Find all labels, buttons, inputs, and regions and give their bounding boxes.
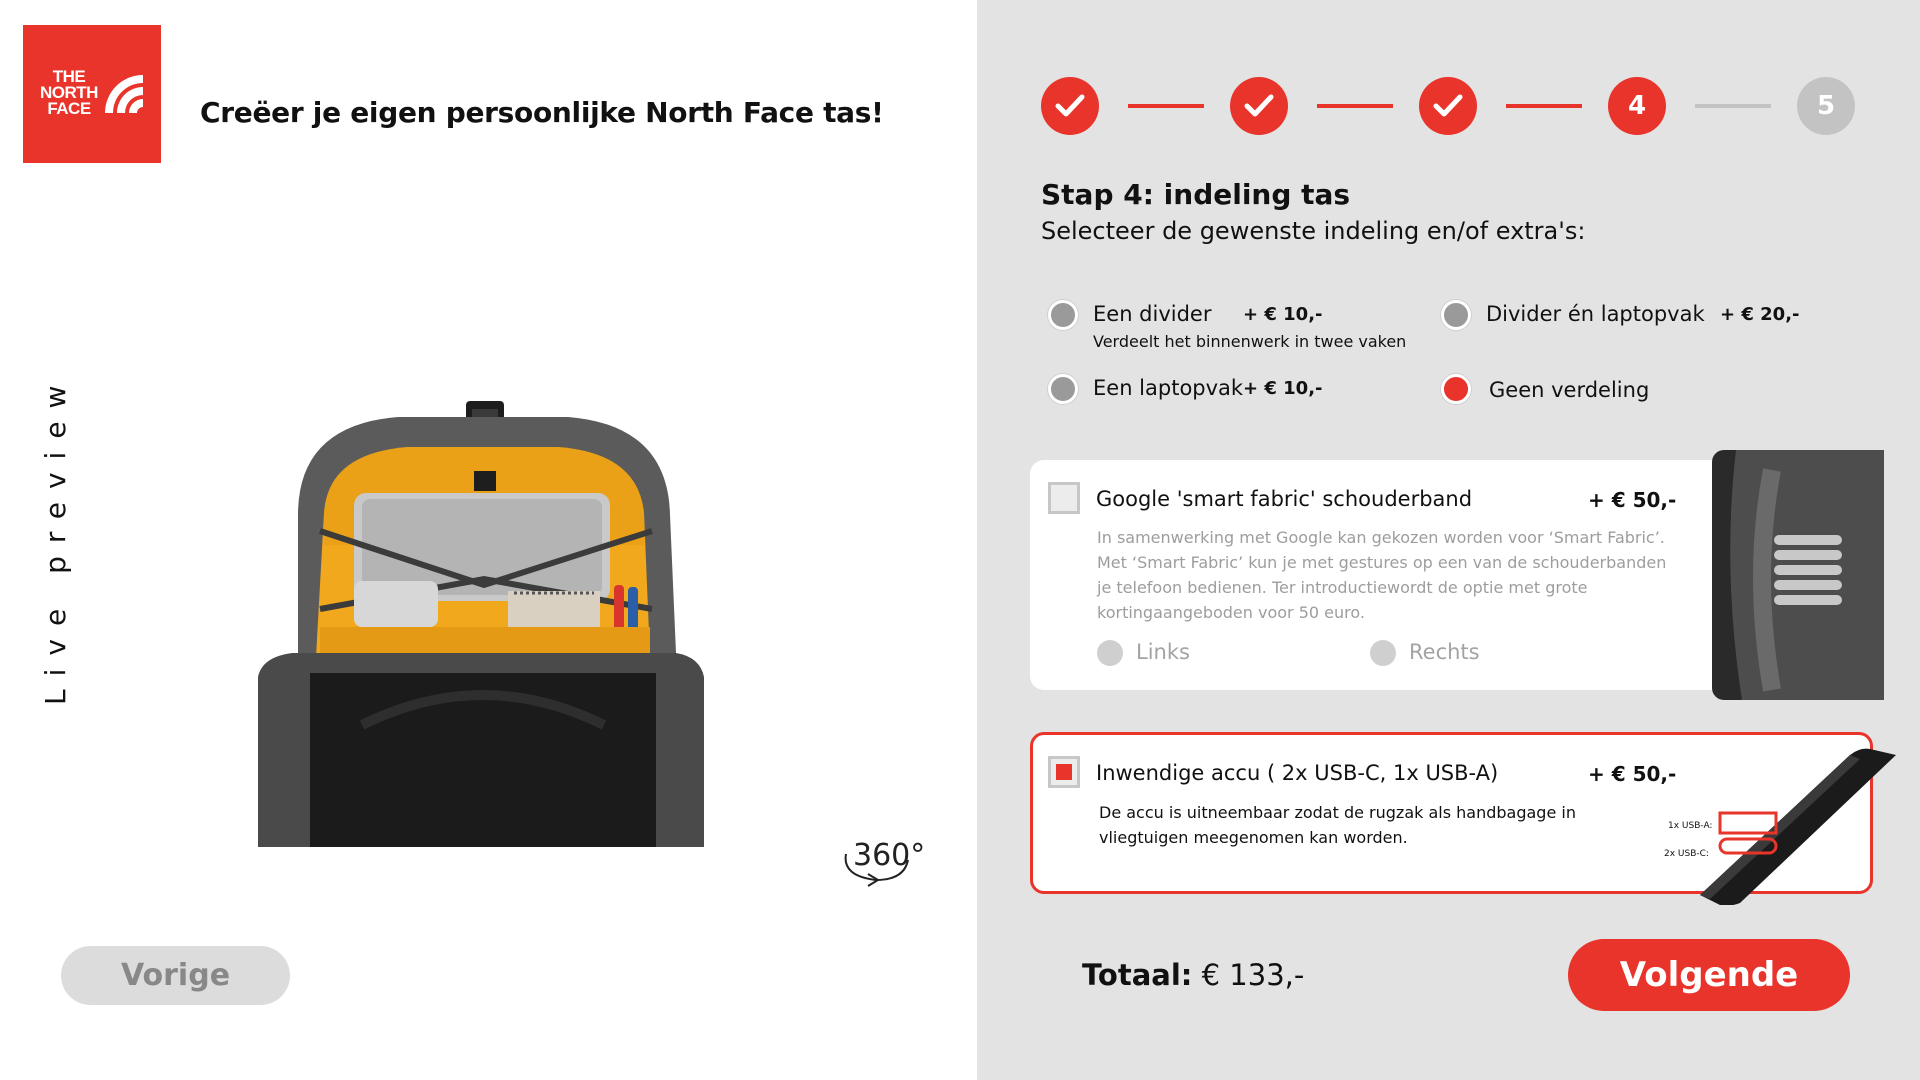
extra-battery-title: Inwendige accu ( 2x USB-C, 1x USB-A) xyxy=(1096,761,1499,785)
usb-a-label: 1x USB-A: xyxy=(1668,821,1713,831)
option-divider-laptop-label[interactable]: Divider én laptopvak xyxy=(1486,302,1705,326)
check-icon xyxy=(1055,94,1085,117)
rotate-360-label: 360° xyxy=(853,838,926,873)
option-divider-laptop-radio[interactable] xyxy=(1441,300,1471,330)
brand-logo: THE NORTH FACE xyxy=(23,25,161,163)
option-divider-laptop-price: + € 20,- xyxy=(1720,304,1800,325)
total-price: Totaal: € 133,- xyxy=(1082,958,1304,992)
step-connector xyxy=(1695,104,1771,108)
step-5-indicator[interactable]: 5 xyxy=(1797,77,1855,135)
extra-smart-fabric-price: + € 50,- xyxy=(1588,488,1677,512)
step-2-indicator[interactable] xyxy=(1230,77,1288,135)
strap-side-left-label[interactable]: Links xyxy=(1136,640,1190,664)
step-title: Stap 4: indeling tas xyxy=(1041,178,1351,211)
option-none-radio[interactable] xyxy=(1441,374,1471,404)
extra-battery-description: De accu is uitneembaar zodat de rugzak a… xyxy=(1099,803,1576,847)
check-icon xyxy=(1244,94,1274,117)
step-3-indicator[interactable] xyxy=(1419,77,1477,135)
smart-strap-image xyxy=(1712,450,1884,700)
step-connector xyxy=(1128,104,1204,108)
power-bank-image xyxy=(1700,748,1896,905)
total-value: € 133,- xyxy=(1201,958,1305,992)
previous-button[interactable]: Vorige xyxy=(61,946,290,1005)
option-divider-description: Verdeelt het binnenwerk in twee vaken xyxy=(1093,332,1407,351)
step-subtitle: Selecteer de gewenste indeling en/of ext… xyxy=(1041,217,1586,245)
option-divider-radio[interactable] xyxy=(1048,300,1078,330)
step-4-indicator[interactable]: 4 xyxy=(1608,77,1666,135)
check-icon xyxy=(1433,94,1463,117)
strap-side-right-label[interactable]: Rechts xyxy=(1409,640,1480,664)
backpack-preview-image[interactable] xyxy=(258,395,708,847)
extra-battery-checkbox[interactable] xyxy=(1048,756,1080,788)
logo-wordmark: THE NORTH FACE xyxy=(40,67,98,118)
preview-panel: THE NORTH FACE Creëer je eigen persoonlijk… xyxy=(0,0,977,1080)
usb-c-label: 2x USB-C: xyxy=(1664,849,1709,859)
total-label: Totaal: xyxy=(1082,958,1193,992)
extra-smart-fabric-title: Google 'smart fabric' schouderband xyxy=(1096,487,1473,511)
option-divider-price: + € 10,- xyxy=(1243,304,1323,325)
page-title: Creëer je eigen persoonlijke North Face … xyxy=(200,96,884,129)
option-divider-label[interactable]: Een divider xyxy=(1093,302,1211,326)
extra-smart-fabric-description: In samenwerking met Google kan gekozen w… xyxy=(1097,528,1667,622)
option-laptop-label[interactable]: Een laptopvak xyxy=(1093,376,1243,400)
strap-side-left-radio[interactable] xyxy=(1097,640,1123,666)
next-button[interactable]: Volgende xyxy=(1568,939,1850,1011)
extra-smart-fabric-checkbox[interactable] xyxy=(1048,482,1080,514)
step-connector xyxy=(1317,104,1393,108)
strap-side-right-radio[interactable] xyxy=(1370,640,1396,666)
option-none-label[interactable]: Geen verdeling xyxy=(1489,378,1649,402)
live-preview-label: Live preview xyxy=(39,372,72,705)
option-laptop-radio[interactable] xyxy=(1048,374,1078,404)
option-laptop-price: + € 10,- xyxy=(1243,378,1323,399)
step-1-indicator[interactable] xyxy=(1041,77,1099,135)
step-connector xyxy=(1506,104,1582,108)
logo-arcs-icon xyxy=(105,75,143,113)
